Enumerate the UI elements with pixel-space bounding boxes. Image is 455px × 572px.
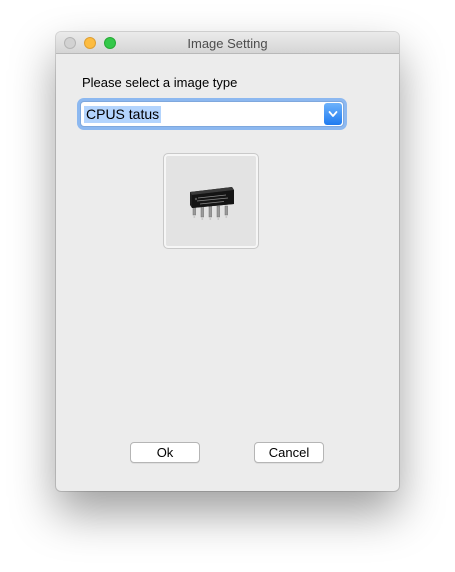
cancel-button[interactable]: Cancel bbox=[254, 442, 324, 463]
ok-button[interactable]: Ok bbox=[130, 442, 200, 463]
title-bar[interactable]: Image Setting bbox=[56, 32, 399, 54]
image-type-select[interactable]: CPUS tatus bbox=[80, 101, 344, 127]
window-title: Image Setting bbox=[187, 36, 268, 51]
dropdown-arrow-button[interactable] bbox=[324, 103, 342, 125]
cpu-chip-icon bbox=[190, 187, 234, 220]
image-type-prompt: Please select a image type bbox=[82, 75, 238, 90]
image-preview-well bbox=[163, 153, 259, 249]
chevron-down-icon bbox=[328, 111, 338, 117]
image-type-selected-value: CPUS tatus bbox=[84, 106, 162, 123]
image-setting-window: Image Setting Please select a image type… bbox=[56, 32, 399, 491]
